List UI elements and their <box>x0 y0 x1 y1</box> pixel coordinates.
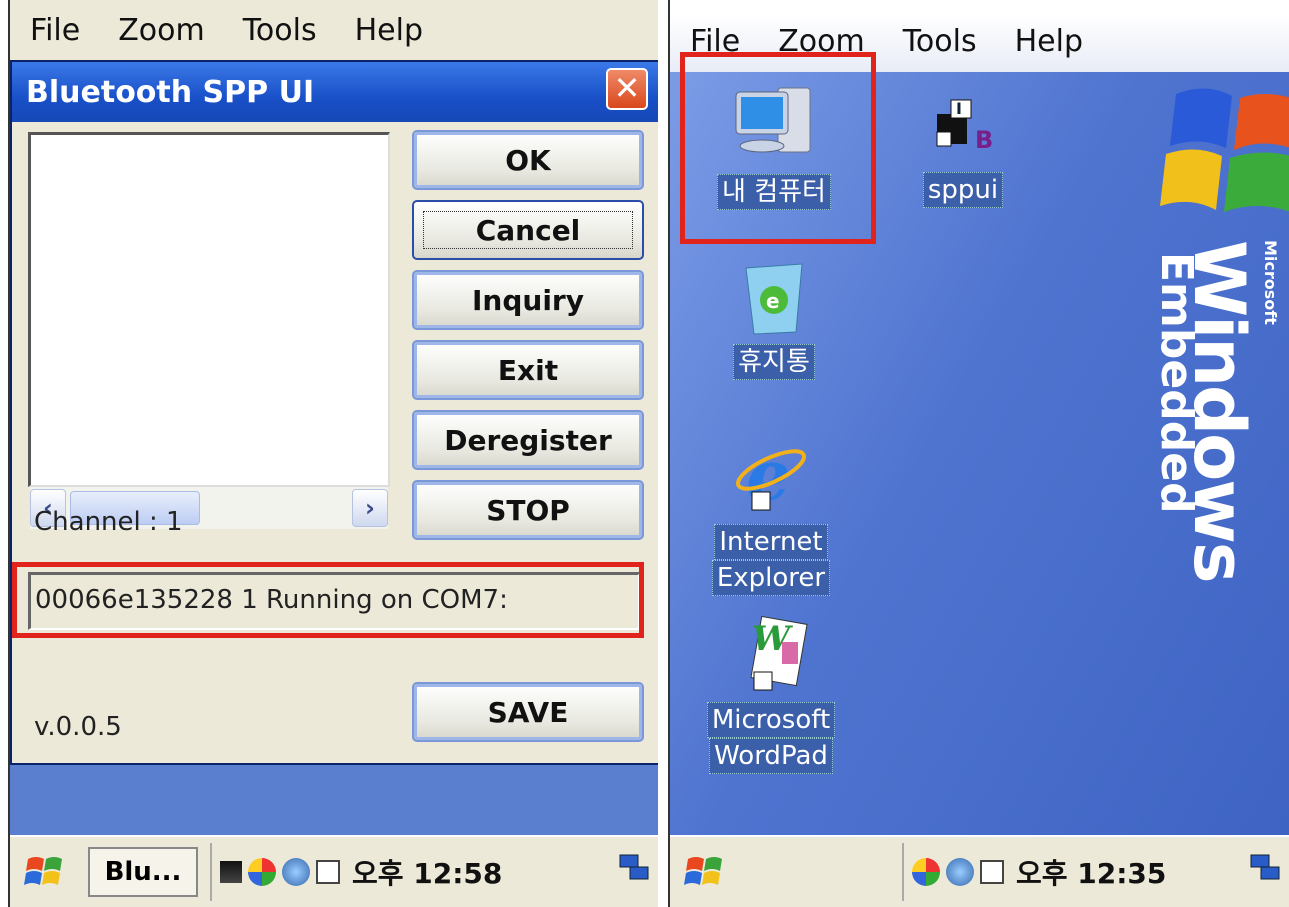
separator <box>658 0 668 907</box>
stop-button[interactable]: STOP <box>412 480 644 540</box>
recycle-bin-icon: e <box>745 263 803 335</box>
taskbar: Blu... 오후 12:58 <box>10 835 658 907</box>
desktop-label: WordPad <box>709 738 833 774</box>
right-screenshot: File Zoom Tools Help 내 컴퓨터 I B sppui e 휴… <box>668 0 1289 907</box>
red-highlight-box <box>12 562 644 638</box>
red-highlight-box <box>680 52 876 244</box>
menu-tools[interactable]: Tools <box>903 24 977 59</box>
close-button[interactable]: ✕ <box>606 68 648 110</box>
taskbar-item-bluetooth[interactable]: Blu... <box>88 847 198 897</box>
menu-zoom[interactable]: Zoom <box>118 13 204 48</box>
menu-bar: File Zoom Tools Help <box>10 0 658 60</box>
show-desktop-icon[interactable] <box>618 851 652 885</box>
svg-text:B: B <box>975 126 993 154</box>
cancel-button[interactable]: Cancel <box>412 200 644 260</box>
desktop-label: 휴지통 <box>733 344 815 380</box>
internet-explorer-icon: e <box>735 434 807 517</box>
input-method-icon[interactable] <box>316 860 340 884</box>
bluetooth-icon[interactable] <box>912 858 940 886</box>
exit-button[interactable]: Exit <box>412 340 644 400</box>
desktop-label: Internet <box>714 524 828 560</box>
inquiry-button[interactable]: Inquiry <box>412 270 644 330</box>
microsoft-wordmark: Microsoft <box>1261 240 1280 325</box>
bluetooth-spp-dialog: Bluetooth SPP UI ✕ ‹ › OK Cancel Inquiry… <box>10 60 658 765</box>
desktop-label: Explorer <box>711 560 831 596</box>
sppui-shortcut-icon: I B <box>936 99 993 154</box>
save-button[interactable]: SAVE <box>412 682 644 742</box>
embedded-wordmark: Embedded <box>1151 252 1202 514</box>
ok-button[interactable]: OK <box>412 130 644 190</box>
desktop-icon-wordpad[interactable]: W Microsoft WordPad <box>696 612 846 774</box>
desktop-label: Microsoft <box>706 702 836 738</box>
menu-tools[interactable]: Tools <box>243 13 317 48</box>
dialog-title: Bluetooth SPP UI <box>26 74 315 110</box>
left-screenshot: File Zoom Tools Help Bluetooth SPP UI ✕ … <box>8 0 658 907</box>
network-icon[interactable] <box>220 861 242 883</box>
input-method-icon[interactable] <box>980 860 1004 884</box>
system-tray: 오후 12:58 <box>210 843 602 901</box>
deregister-button[interactable]: Deregister <box>412 410 644 470</box>
clock: 오후 12:58 <box>352 857 503 890</box>
svg-text:e: e <box>766 289 780 313</box>
close-icon: ✕ <box>613 69 641 107</box>
wordpad-icon: W <box>750 615 808 691</box>
desktop-label: sppui <box>922 172 1004 208</box>
dialog-titlebar: Bluetooth SPP UI <box>12 62 658 122</box>
clock: 오후 12:35 <box>1016 857 1167 890</box>
version-label: v.0.0.5 <box>34 712 122 742</box>
taskbar: 오후 12:35 <box>670 835 1289 907</box>
connection-icon[interactable] <box>282 858 310 886</box>
menu-file[interactable]: File <box>30 13 80 48</box>
start-windows-icon[interactable] <box>24 849 68 893</box>
windows-flag-logo <box>1160 88 1289 212</box>
device-listbox[interactable] <box>28 132 390 487</box>
channel-label: Channel : 1 <box>34 507 183 537</box>
start-windows-icon[interactable] <box>684 849 728 893</box>
desktop-icon-sppui[interactable]: I B sppui <box>908 92 1018 208</box>
menu-help[interactable]: Help <box>355 13 423 48</box>
svg-text:I: I <box>956 99 962 118</box>
scroll-right-icon[interactable]: › <box>352 489 388 527</box>
desktop-icon-recycle-bin[interactable]: e 휴지통 <box>704 256 844 380</box>
show-desktop-icon[interactable] <box>1249 851 1283 885</box>
desktop-icon-internet-explorer[interactable]: e Internet Explorer <box>696 430 846 596</box>
menu-help[interactable]: Help <box>1015 24 1083 59</box>
system-tray: 오후 12:35 <box>902 843 1242 901</box>
connection-icon[interactable] <box>946 858 974 886</box>
bluetooth-icon[interactable] <box>248 858 276 886</box>
